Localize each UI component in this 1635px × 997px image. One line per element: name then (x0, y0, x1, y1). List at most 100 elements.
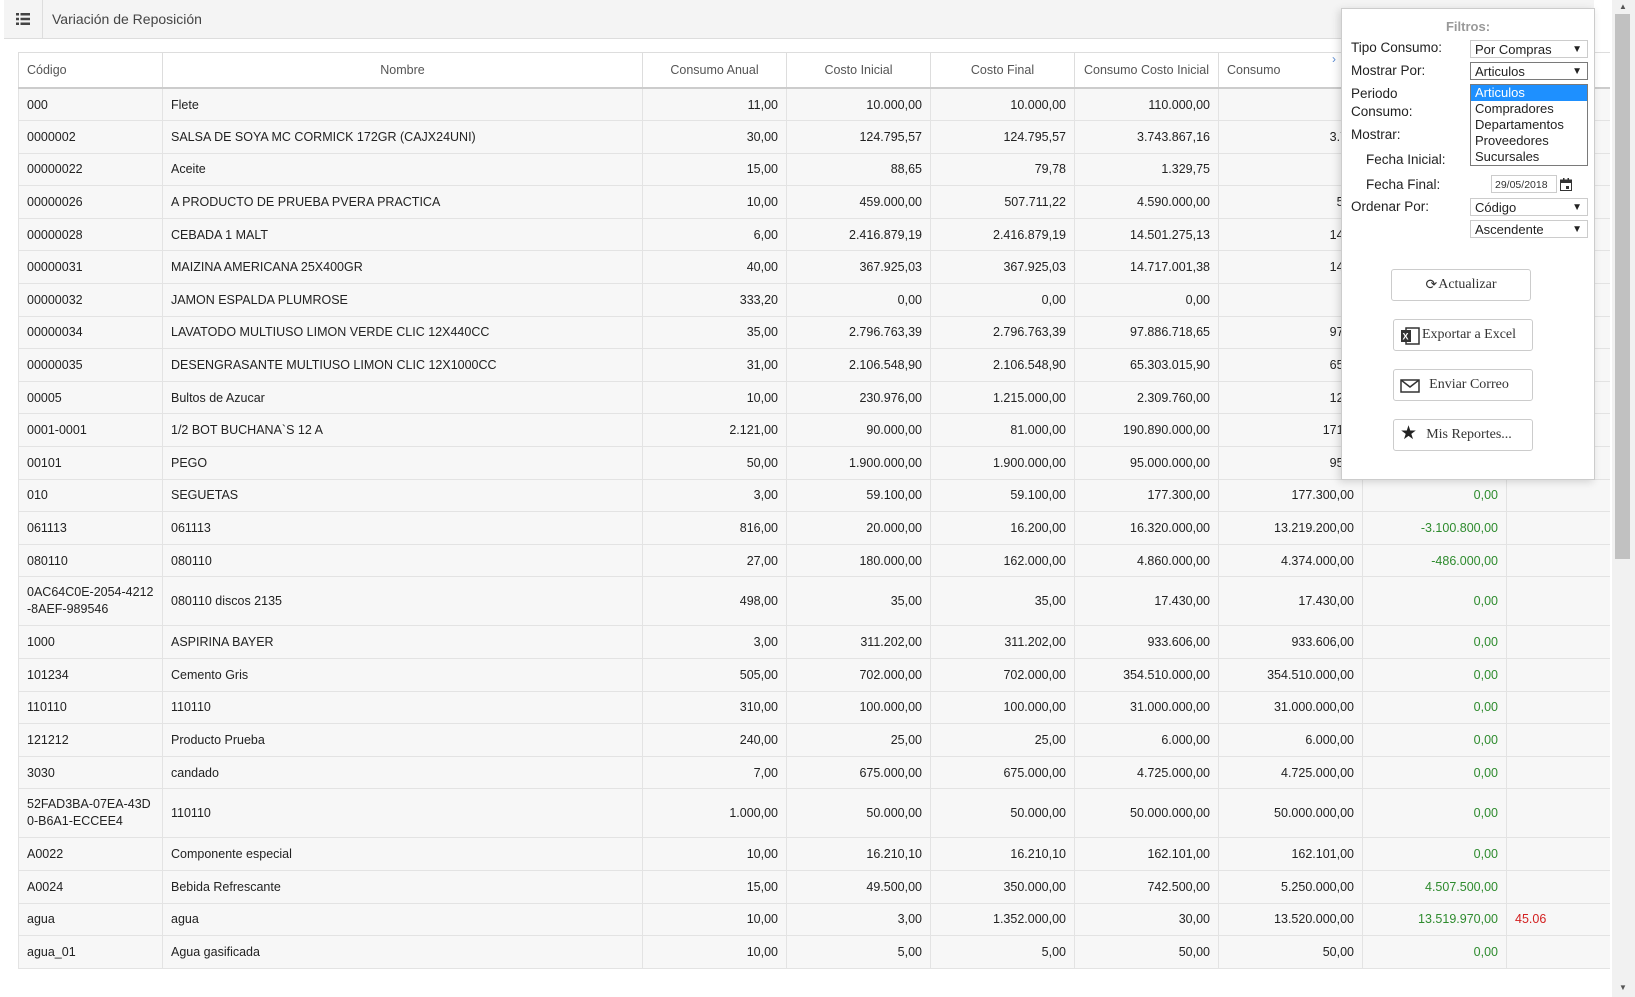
dropdown-option-compradores[interactable]: Compradores (1471, 101, 1587, 117)
cell-nombre: 080110 discos 2135 (162, 576, 643, 627)
col-header-nombre[interactable]: Nombre (162, 52, 643, 89)
cell-value: 933.606,00 (1218, 625, 1363, 659)
dropdown-option-departamentos[interactable]: Departamentos (1471, 117, 1587, 133)
cell-nombre: JAMON ESPALDA PLUMROSE (162, 283, 643, 317)
cell-value (1506, 658, 1610, 692)
ordenar-por-select[interactable]: Código ▼ (1470, 198, 1588, 216)
cell-value: 0,00 (1362, 755, 1507, 790)
cell-codigo: 000 (18, 87, 163, 122)
cell-value: 1.900.000,00 (930, 446, 1075, 480)
table-row[interactable]: 101234 Cemento Gris 505,00 702.000,00 702.00… (18, 658, 1610, 692)
cell-value: 3,00 (642, 625, 787, 659)
table-row[interactable]: 010 SEGUETAS 3,00 59.100,00 59.100,00 177.300… (18, 478, 1610, 513)
mostrar-label: Mostrar: (1351, 127, 1401, 142)
cell-value: 4.725.000,00 (1074, 755, 1219, 790)
cell-value (1506, 478, 1610, 513)
dropdown-option-articulos[interactable]: Articulos (1471, 85, 1587, 101)
cell-value: 0,00 (1362, 658, 1507, 692)
cell-value: 35,00 (930, 576, 1075, 627)
col-header-costo-final[interactable]: Costo Final (930, 52, 1075, 89)
cell-value: 100.000,00 (930, 690, 1075, 725)
col-header-costo-inicial[interactable]: Costo Inicial (786, 52, 931, 89)
cell-value: 0,00 (1362, 625, 1507, 659)
cell-codigo: 00000034 (18, 315, 163, 350)
mostrar-por-select[interactable]: Articulos ▼ (1470, 62, 1588, 80)
cell-nombre: Aceite (162, 152, 643, 187)
actualizar-label: Actualizar (1438, 277, 1497, 292)
cell-value: 15,00 (642, 152, 787, 187)
scrollbar-thumb[interactable] (1615, 14, 1630, 559)
col-header-consumo-costo-inicial[interactable]: Consumo Costo Inicial (1074, 52, 1219, 89)
mis-reportes-button[interactable]: ★ Mis Reportes... (1393, 419, 1533, 451)
dropdown-option-sucursales[interactable]: Sucursales (1471, 149, 1587, 165)
collapse-panel-chevron-icon[interactable]: › (1332, 52, 1346, 66)
cell-value (1506, 837, 1610, 871)
enviar-correo-button[interactable]: Enviar Correo (1393, 369, 1533, 401)
cell-value: 2.796.763,39 (786, 315, 931, 350)
cell-value: 3.743.867,16 (1074, 120, 1219, 154)
svg-text:X: X (1403, 332, 1409, 342)
cell-nombre: candado (162, 755, 643, 790)
cell-value (1506, 755, 1610, 790)
actualizar-button[interactable]: ⟳ Actualizar (1391, 269, 1531, 301)
col-header-consumo-anual[interactable]: Consumo Anual (642, 52, 787, 89)
cell-nombre: CEBADA 1 MALT (162, 217, 643, 252)
dropdown-option-proveedores[interactable]: Proveedores (1471, 133, 1587, 149)
cell-value (1506, 935, 1610, 969)
cell-nombre: 110110 (162, 690, 643, 725)
cell-value: 25,00 (930, 723, 1075, 757)
table-row[interactable]: 0AC64C0E-2054-4212-8AEF-989546 080110 dis… (18, 576, 1610, 627)
ordenar-por-label: Ordenar Por: (1351, 199, 1430, 214)
cell-value: 14.501.275,13 (1074, 217, 1219, 252)
table-row[interactable]: A0022 Componente especial 10,00 16.210,10 16… (18, 837, 1610, 871)
table-row[interactable]: 121212 Producto Prueba 240,00 25,00 25,00 6.0… (18, 723, 1610, 757)
col-header-codigo[interactable]: Código (18, 52, 163, 89)
cell-value: 6,00 (642, 217, 787, 252)
scroll-down-arrow-icon[interactable]: ▼ (1616, 981, 1630, 995)
table-row[interactable]: 1000 ASPIRINA BAYER 3,00 311.202,00 311.202,… (18, 625, 1610, 659)
tipo-consumo-select[interactable]: Por Compras ▼ (1470, 40, 1588, 58)
exportar-excel-button[interactable]: X Exportar a Excel (1393, 319, 1533, 351)
cell-value: 10,00 (642, 380, 787, 415)
cell-codigo: 00000022 (18, 152, 163, 187)
enviar-correo-label: Enviar Correo (1429, 377, 1509, 392)
table-row[interactable]: 52FAD3BA-07EA-43D0-B6A1-ECCEE4 110110 1.00… (18, 788, 1610, 839)
cell-value: 177.300,00 (1074, 478, 1219, 513)
cell-codigo: 0000002 (18, 120, 163, 154)
table-row[interactable]: agua agua 10,00 3,00 1.352.000,00 30,00 13.520… (18, 902, 1610, 937)
cell-value: 59.100,00 (930, 478, 1075, 513)
cell-nombre: Flete (162, 87, 643, 122)
cell-value (1506, 690, 1610, 725)
table-row[interactable]: 061113 061113 816,00 20.000,00 16.200,00 16.3… (18, 511, 1610, 545)
cell-value: 10,00 (642, 185, 787, 219)
caret-down-icon: ▼ (1572, 66, 1582, 77)
table-row[interactable]: 3030 candado 7,00 675.000,00 675.000,00 4.725… (18, 755, 1610, 790)
table-row[interactable]: agua_01 Agua gasificada 10,00 5,00 5,00 50,00… (18, 935, 1610, 969)
table-row[interactable]: 080110 080110 27,00 180.000,00 162.000,00 4.8… (18, 543, 1610, 578)
cell-value: 50.000.000,00 (1218, 788, 1363, 839)
scroll-up-arrow-icon[interactable]: ▲ (1616, 0, 1630, 14)
cell-value: 10,00 (642, 837, 787, 871)
cell-value: 10,00 (642, 902, 787, 937)
cell-value: 95.000.000,00 (1074, 446, 1219, 480)
table-row[interactable]: A0024 Bebida Refrescante 15,00 49.500,00 350… (18, 869, 1610, 904)
cell-value: 16.320.000,00 (1074, 511, 1219, 545)
cell-value: 0,00 (1362, 788, 1507, 839)
menu-button[interactable] (4, 0, 43, 38)
cell-nombre: 080110 (162, 543, 643, 578)
cell-value: 88,65 (786, 152, 931, 187)
cell-value (1506, 625, 1610, 659)
cell-value: 505,00 (642, 658, 787, 692)
cell-nombre: Producto Prueba (162, 723, 643, 757)
cell-value: -3.100.800,00 (1362, 511, 1507, 545)
orden-direction-select[interactable]: Ascendente ▼ (1470, 220, 1588, 238)
cell-value: 180.000,00 (786, 543, 931, 578)
cell-nombre: agua (162, 902, 643, 937)
fecha-final-input[interactable]: 29/05/2018 (1491, 175, 1557, 193)
cell-value: 162.101,00 (1218, 837, 1363, 871)
envelope-icon (1400, 379, 1420, 393)
calendar-icon[interactable] (1560, 178, 1572, 191)
cell-value: 507.711,22 (930, 185, 1075, 219)
table-row[interactable]: 110110 110110 310,00 100.000,00 100.000,00 31… (18, 690, 1610, 725)
cell-value: 50.000.000,00 (1074, 788, 1219, 839)
